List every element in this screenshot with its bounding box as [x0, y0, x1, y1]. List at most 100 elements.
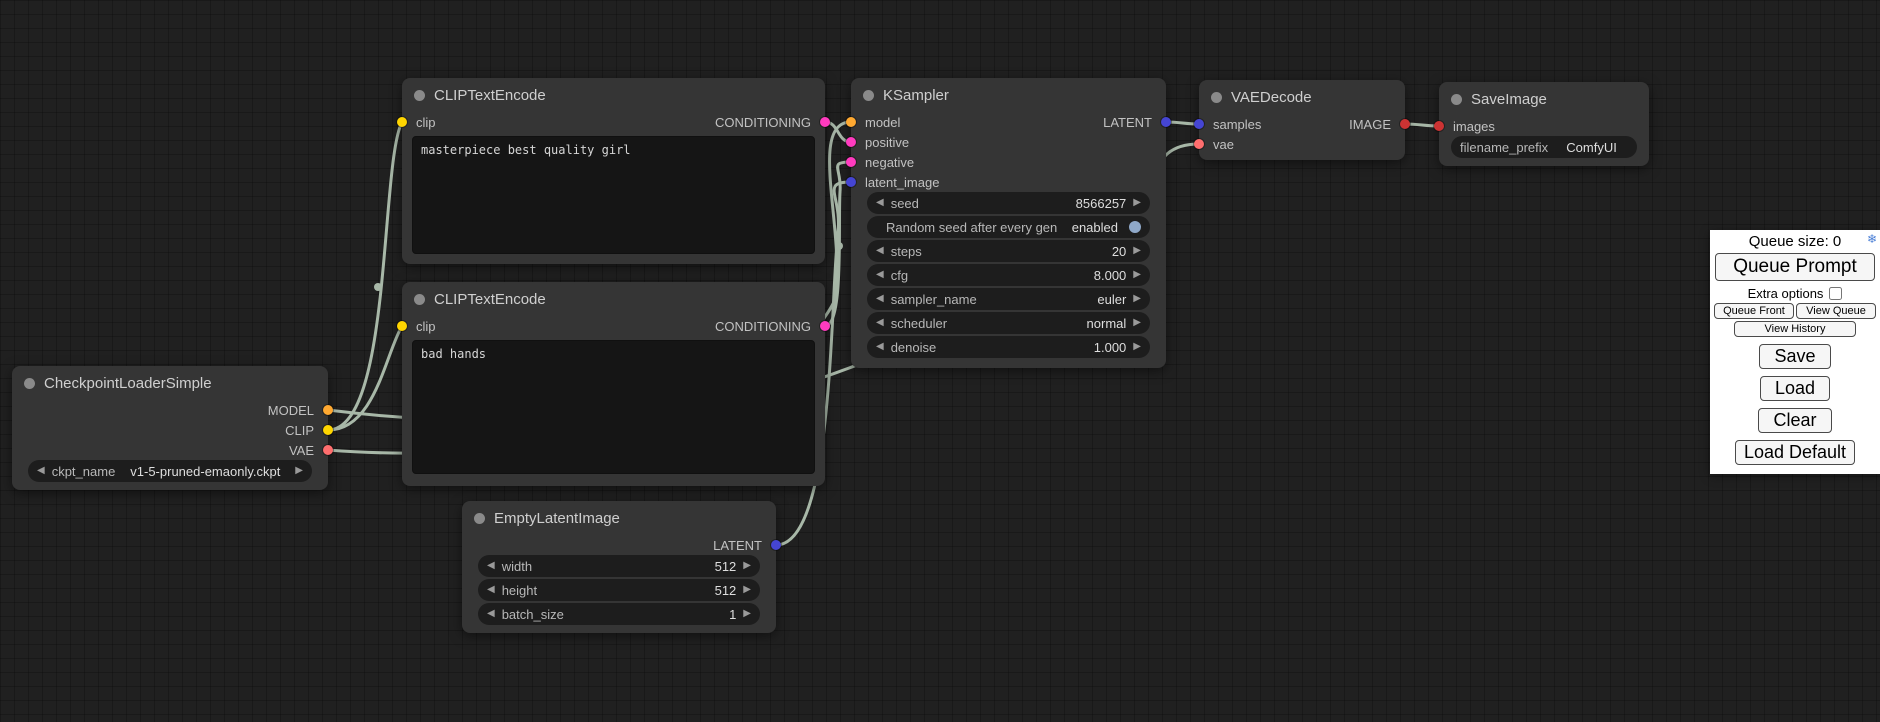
conditioning-output-dot[interactable] [820, 321, 830, 331]
node-title-bar[interactable]: CLIPTextEncode [402, 282, 825, 316]
clip-input-dot[interactable] [397, 117, 407, 127]
node-title-bar[interactable]: CheckpointLoaderSimple [12, 366, 328, 400]
node-vae-decode[interactable]: VAEDecode samples IMAGE vae [1199, 80, 1405, 160]
node-title: CLIPTextEncode [434, 87, 546, 104]
save-button[interactable]: Save [1759, 344, 1830, 369]
node-title: KSampler [883, 87, 949, 104]
collapse-dot-icon[interactable] [1211, 92, 1222, 103]
settings-icon[interactable]: ❄ [1867, 232, 1877, 246]
collapse-dot-icon[interactable] [414, 294, 425, 305]
output-slot-model: MODEL [12, 400, 328, 420]
filename-prefix-widget[interactable]: filename_prefix ComfyUI [1451, 136, 1637, 158]
decrement-arrow-icon[interactable]: ◀ [876, 246, 884, 256]
load-button[interactable]: Load [1760, 376, 1830, 401]
node-title-bar[interactable]: KSampler [851, 78, 1166, 112]
increment-arrow-icon[interactable]: ▶ [1133, 198, 1141, 208]
cfg-widget[interactable]: ◀ cfg 8.000 ▶ [867, 264, 1150, 286]
node-clip-text-encode-positive[interactable]: CLIPTextEncode clip CONDITIONING masterp… [402, 78, 825, 264]
view-queue-button[interactable]: View Queue [1796, 303, 1876, 319]
collapse-dot-icon[interactable] [414, 90, 425, 101]
widget-value: 512 [715, 559, 737, 574]
model-input-dot[interactable] [846, 117, 856, 127]
view-history-button[interactable]: View History [1734, 321, 1856, 337]
node-title-bar[interactable]: VAEDecode [1199, 80, 1405, 114]
increment-arrow-icon[interactable]: ▶ [1133, 318, 1141, 328]
vae-output-dot[interactable] [323, 445, 333, 455]
load-default-button[interactable]: Load Default [1735, 440, 1855, 465]
node-clip-text-encode-negative[interactable]: CLIPTextEncode clip CONDITIONING bad han… [402, 282, 825, 486]
node-title-bar[interactable]: EmptyLatentImage [462, 501, 776, 535]
node-save-image[interactable]: SaveImage images filename_prefix ComfyUI [1439, 82, 1649, 166]
increment-arrow-icon[interactable]: ▶ [1133, 246, 1141, 256]
model-output-dot[interactable] [323, 405, 333, 415]
decrement-arrow-icon[interactable]: ◀ [487, 585, 495, 595]
widget-label: sampler_name [891, 292, 1091, 307]
slot-label: clip [416, 319, 436, 334]
latent-output-dot[interactable] [771, 540, 781, 550]
positive-prompt-textarea[interactable]: masterpiece best quality girl [412, 136, 815, 254]
latent-image-input-dot[interactable] [846, 177, 856, 187]
widget-label: steps [891, 244, 1105, 259]
decrement-arrow-icon[interactable]: ◀ [876, 198, 884, 208]
increment-arrow-icon[interactable]: ▶ [743, 609, 751, 619]
latent-output-dot[interactable] [1161, 117, 1171, 127]
increment-arrow-icon[interactable]: ▶ [743, 585, 751, 595]
graph-canvas[interactable]: CheckpointLoaderSimple MODEL CLIP VAE ◀ … [0, 0, 1880, 722]
decrement-arrow-icon[interactable]: ◀ [487, 561, 495, 571]
conditioning-output-dot[interactable] [820, 117, 830, 127]
increment-arrow-icon[interactable]: ▶ [295, 466, 303, 476]
samples-input-dot[interactable] [1194, 119, 1204, 129]
node-title: CLIPTextEncode [434, 291, 546, 308]
seed-widget[interactable]: ◀ seed 8566257 ▶ [867, 192, 1150, 214]
decrement-arrow-icon[interactable]: ◀ [876, 342, 884, 352]
node-title-bar[interactable]: SaveImage [1439, 82, 1649, 116]
node-ksampler[interactable]: KSampler model LATENT positive negative … [851, 78, 1166, 368]
queue-front-button[interactable]: Queue Front [1714, 303, 1794, 319]
widget-value: enabled [1072, 220, 1118, 235]
increment-arrow-icon[interactable]: ▶ [743, 561, 751, 571]
scheduler-widget[interactable]: ◀ scheduler normal ▶ [867, 312, 1150, 334]
slot-label: VAE [289, 443, 314, 458]
increment-arrow-icon[interactable]: ▶ [1133, 270, 1141, 280]
toggle-knob-icon[interactable] [1129, 221, 1141, 233]
increment-arrow-icon[interactable]: ▶ [1133, 342, 1141, 352]
input-slot-negative: negative [851, 152, 1166, 172]
random-seed-toggle-widget[interactable]: Random seed after every gen enabled [867, 216, 1150, 238]
decrement-arrow-icon[interactable]: ◀ [487, 609, 495, 619]
node-checkpoint-loader[interactable]: CheckpointLoaderSimple MODEL CLIP VAE ◀ … [12, 366, 328, 490]
decrement-arrow-icon[interactable]: ◀ [876, 294, 884, 304]
denoise-widget[interactable]: ◀ denoise 1.000 ▶ [867, 336, 1150, 358]
images-input-dot[interactable] [1434, 121, 1444, 131]
node-empty-latent-image[interactable]: EmptyLatentImage LATENT ◀ width 512 ▶ ◀ … [462, 501, 776, 633]
queue-prompt-button[interactable]: Queue Prompt [1715, 253, 1875, 281]
width-widget[interactable]: ◀ width 512 ▶ [478, 555, 760, 577]
image-output-dot[interactable] [1400, 119, 1410, 129]
extra-options-checkbox[interactable] [1829, 287, 1842, 300]
steps-widget[interactable]: ◀ steps 20 ▶ [867, 240, 1150, 262]
widget-value: 1.000 [1094, 340, 1127, 355]
ckpt-name-widget[interactable]: ◀ ckpt_name v1-5-pruned-emaonly.ckpt ▶ [28, 460, 312, 482]
slot-row-model-latent: model LATENT [851, 112, 1166, 132]
decrement-arrow-icon[interactable]: ◀ [37, 466, 45, 476]
negative-prompt-textarea[interactable]: bad hands [412, 340, 815, 474]
slot-row-clip-conditioning: clip CONDITIONING [402, 112, 825, 132]
negative-input-dot[interactable] [846, 157, 856, 167]
collapse-dot-icon[interactable] [474, 513, 485, 524]
sampler-name-widget[interactable]: ◀ sampler_name euler ▶ [867, 288, 1150, 310]
clear-button[interactable]: Clear [1758, 408, 1831, 433]
vae-input-dot[interactable] [1194, 139, 1204, 149]
widget-label: height [502, 583, 708, 598]
input-slot-latent-image: latent_image [851, 172, 1166, 192]
height-widget[interactable]: ◀ height 512 ▶ [478, 579, 760, 601]
collapse-dot-icon[interactable] [24, 378, 35, 389]
decrement-arrow-icon[interactable]: ◀ [876, 318, 884, 328]
node-title-bar[interactable]: CLIPTextEncode [402, 78, 825, 112]
clip-output-dot[interactable] [323, 425, 333, 435]
decrement-arrow-icon[interactable]: ◀ [876, 270, 884, 280]
collapse-dot-icon[interactable] [863, 90, 874, 101]
collapse-dot-icon[interactable] [1451, 94, 1462, 105]
clip-input-dot[interactable] [397, 321, 407, 331]
positive-input-dot[interactable] [846, 137, 856, 147]
batch-size-widget[interactable]: ◀ batch_size 1 ▶ [478, 603, 760, 625]
increment-arrow-icon[interactable]: ▶ [1133, 294, 1141, 304]
